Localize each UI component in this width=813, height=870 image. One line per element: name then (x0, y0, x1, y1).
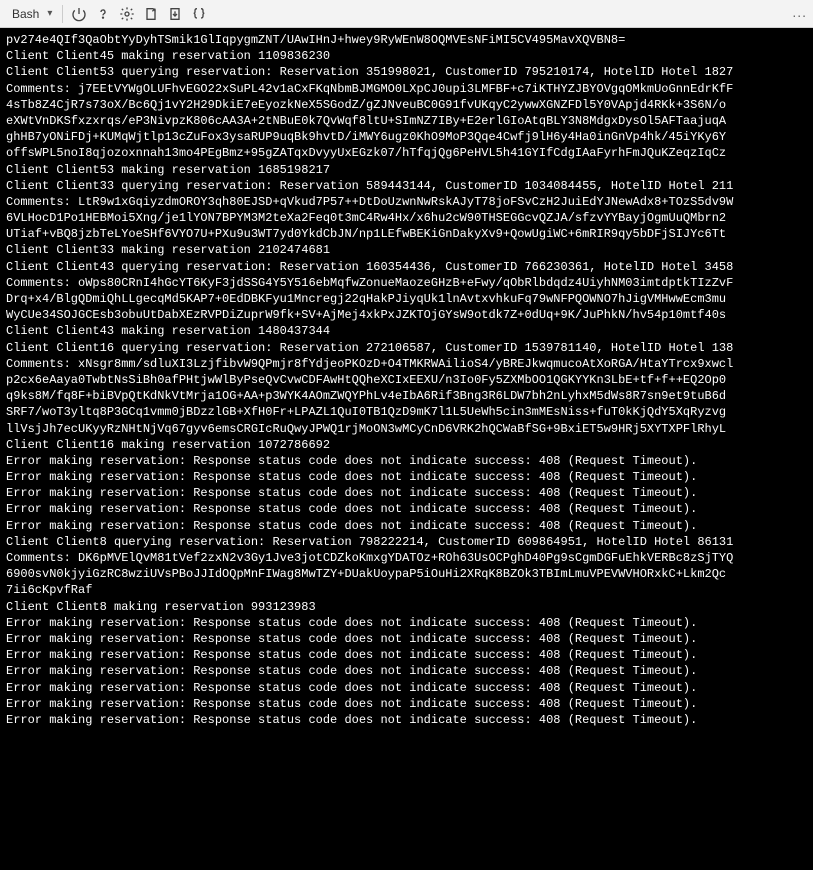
terminal-line: llVsjJh7ecUKyyRzNHtNjVq67gyv6emsCRGIcRuQ… (6, 421, 807, 437)
toolbar-separator (62, 5, 63, 23)
terminal-line: Comments: j7EEtVYWgOLUFhvEGO22xSuPL42v1a… (6, 81, 807, 97)
terminal-line: Client Client53 making reservation 16851… (6, 162, 807, 178)
terminal-line: ghHB7yONiFDj+KUMqWjtlp13cZuFox3ysaRUP9uq… (6, 129, 807, 145)
terminal-line: 7ii6cKpvfRaf (6, 582, 807, 598)
terminal-line: Comments: DK6pMVElQvM81tVef2zxN2v3Gy1Jve… (6, 550, 807, 566)
terminal-line: offsWPL5noI8qjozoxnnah13mo4PEgBmz+95gZAT… (6, 145, 807, 161)
chevron-down-icon[interactable]: ▾ (47, 8, 58, 19)
terminal-line: Client Client33 querying reservation: Re… (6, 178, 807, 194)
help-icon[interactable] (91, 2, 115, 26)
export-icon[interactable] (139, 2, 163, 26)
terminal-toolbar: Bash ▾ ... (0, 0, 813, 28)
terminal-line: Client Client43 making reservation 14804… (6, 323, 807, 339)
terminal-line: 6900svN0kjyiGzRC8wziUVsPBoJJIdOQpMnFIWag… (6, 566, 807, 582)
terminal-output[interactable]: pv274e4QIf3QaObtYyDyhTSmik1GlIqpygmZNT/U… (0, 28, 813, 870)
terminal-line: Error making reservation: Response statu… (6, 485, 807, 501)
terminal-line: Comments: oWps80CRnI4hGcYT6KyF3jdSSG4Y5Y… (6, 275, 807, 291)
terminal-line: pv274e4QIf3QaObtYyDyhTSmik1GlIqpygmZNT/U… (6, 32, 807, 48)
terminal-line: Error making reservation: Response statu… (6, 615, 807, 631)
terminal-line: Client Client53 querying reservation: Re… (6, 64, 807, 80)
terminal-line: Error making reservation: Response statu… (6, 663, 807, 679)
terminal-line: WyCUe34SOJGCEsb3obuUtDabXEzRVPDiZuprW9fk… (6, 307, 807, 323)
terminal-line: Error making reservation: Response statu… (6, 680, 807, 696)
terminal-line: Client Client8 making reservation 993123… (6, 599, 807, 615)
terminal-line: SRF7/woT3yltq8P3GCq1vmm0jBDzzlGB+XfH0Fr+… (6, 404, 807, 420)
terminal-line: Client Client16 making reservation 10727… (6, 437, 807, 453)
terminal-line: Error making reservation: Response statu… (6, 696, 807, 712)
terminal-line: p2cx6eAaya0TwbtNsSiBh0afPHtjwWlByPseQvCv… (6, 372, 807, 388)
terminal-line: Error making reservation: Response statu… (6, 647, 807, 663)
terminal-line: Comments: xNsgr8mm/sdluXI3LzjfibvW9QPmjr… (6, 356, 807, 372)
terminal-line: q9ks8M/fq8F+biBVpQtKdNkVtMrja1OG+AA+p3WY… (6, 388, 807, 404)
terminal-line: 6VLHocD1Po1HEBMoi5Xng/je1lYON7BPYM3M2teX… (6, 210, 807, 226)
terminal-line: Client Client8 querying reservation: Res… (6, 534, 807, 550)
terminal-line: Drq+x4/BlgQDmiQhLLgecqMd5KAP7+0EdDBKFyu1… (6, 291, 807, 307)
download-icon[interactable] (163, 2, 187, 26)
gear-icon[interactable] (115, 2, 139, 26)
terminal-line: Error making reservation: Response statu… (6, 712, 807, 728)
terminal-line: Error making reservation: Response statu… (6, 469, 807, 485)
terminal-line: Error making reservation: Response statu… (6, 453, 807, 469)
terminal-line: Client Client33 making reservation 21024… (6, 242, 807, 258)
overflow-menu-icon[interactable]: ... (792, 4, 807, 20)
terminal-line: Client Client16 querying reservation: Re… (6, 340, 807, 356)
terminal-line: 4sTb8Z4CjR7s73oX/Bc6Qj1vY2H29DkiE7eEyozk… (6, 97, 807, 113)
terminal-line: Error making reservation: Response statu… (6, 518, 807, 534)
terminal-line: UTiaf+vBQ8jzbTeLYoeSHf6VYO7U+PXu9u3WT7yd… (6, 226, 807, 242)
braces-icon[interactable] (187, 2, 211, 26)
terminal-line: Error making reservation: Response statu… (6, 501, 807, 517)
terminal-line: eXWtVnDKSfxzxrqs/eP3NivpzK806cAA3A+2tNBu… (6, 113, 807, 129)
terminal-line: Client Client43 querying reservation: Re… (6, 259, 807, 275)
shell-selector-label[interactable]: Bash (4, 7, 47, 21)
terminal-line: Error making reservation: Response statu… (6, 631, 807, 647)
terminal-line: Comments: LtR9w1xGqiyzdmOROY3qh80EJSD+qV… (6, 194, 807, 210)
terminal-line: Client Client45 making reservation 11098… (6, 48, 807, 64)
power-icon[interactable] (67, 2, 91, 26)
